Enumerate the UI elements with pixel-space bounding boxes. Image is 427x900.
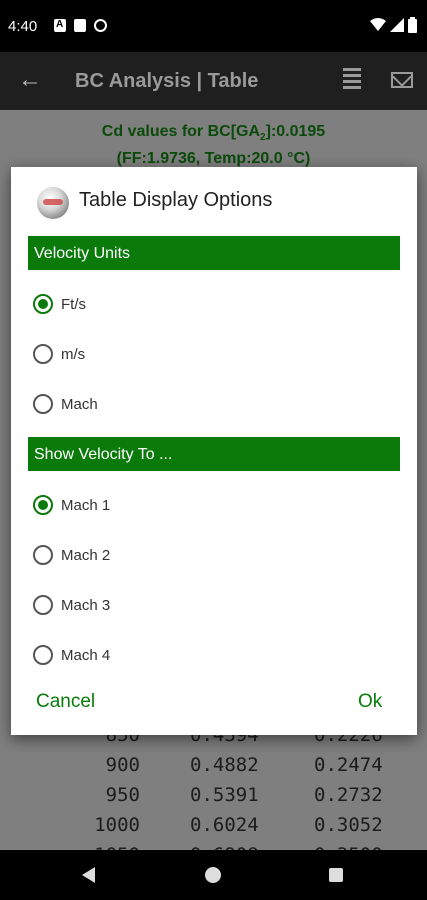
data-saver-icon <box>94 19 107 32</box>
radio-button[interactable] <box>33 495 53 515</box>
nav-back-icon[interactable] <box>82 867 95 883</box>
radio-label: Mach <box>61 395 98 413</box>
radio-label: Mach 4 <box>61 646 111 664</box>
table-cell: 0.2732 <box>314 784 383 806</box>
nav-recents-icon[interactable] <box>329 868 343 882</box>
ok-button[interactable]: Ok <box>358 691 382 713</box>
radio-option-mach-3[interactable]: Mach 3 <box>33 590 110 620</box>
signal-icon <box>390 18 404 32</box>
radio-label: Mach 1 <box>61 496 111 514</box>
list-icon[interactable] <box>343 68 361 92</box>
radio-label: Ft/s <box>61 295 86 313</box>
radio-option-mach-4[interactable]: Mach 4 <box>33 640 110 670</box>
mail-icon[interactable] <box>391 72 413 88</box>
table-cell: 1000 <box>94 814 140 836</box>
show-velocity-header: Show Velocity To ... <box>28 437 400 471</box>
table-row: 950 0.5391 0.2732 <box>0 782 427 812</box>
radio-label: Mach 2 <box>61 546 111 564</box>
radio-option-m-s[interactable]: m/s <box>33 339 85 369</box>
table-row: 900 0.4882 0.2474 <box>0 752 427 782</box>
radio-label: m/s <box>61 345 86 363</box>
status-time: 4:40 <box>8 18 38 35</box>
radio-option-mach-2[interactable]: Mach 2 <box>33 540 110 570</box>
radio-button[interactable] <box>33 294 53 314</box>
table-cell: 0.2474 <box>314 754 383 776</box>
radio-option-mach[interactable]: Mach <box>33 389 98 419</box>
sd-card-icon <box>74 19 86 32</box>
radio-label: Mach 3 <box>61 596 111 614</box>
table-cell: 0.4882 <box>190 754 259 776</box>
radio-button[interactable] <box>33 595 53 615</box>
table-cell: 950 <box>105 784 140 806</box>
table-cell: 900 <box>105 754 140 776</box>
battery-icon <box>408 17 417 33</box>
velocity-units-header: Velocity Units <box>28 236 400 270</box>
table-cell: 0.6024 <box>190 814 259 836</box>
dialog-title: Table Display Options <box>79 189 273 211</box>
bullet-app-icon <box>37 187 69 219</box>
radio-option-ft-s[interactable]: Ft/s <box>33 289 86 319</box>
notification-app-icon <box>54 19 66 32</box>
table-cell: 0.5391 <box>190 784 259 806</box>
table-cell: 0.3052 <box>314 814 383 836</box>
radio-option-mach-1[interactable]: Mach 1 <box>33 490 110 520</box>
radio-button[interactable] <box>33 394 53 414</box>
cd-header: Cd values for BC[GA2]:0.0195 (FF:1.9736,… <box>0 121 427 169</box>
status-bar: 4:40 <box>0 0 427 52</box>
cd-header-line1: Cd values for BC[GA <box>101 123 261 140</box>
table-row: 1000 0.6024 0.3052 <box>0 812 427 842</box>
navigation-bar <box>0 850 427 900</box>
page-title: BC Analysis | Table <box>75 70 259 92</box>
nav-home-icon[interactable] <box>205 867 221 883</box>
radio-button[interactable] <box>33 344 53 364</box>
radio-button[interactable] <box>33 545 53 565</box>
arrow-left-icon[interactable]: ← <box>18 66 42 94</box>
radio-button[interactable] <box>33 645 53 665</box>
app-bar: ← BC Analysis | Table <box>0 52 427 110</box>
table-display-options-dialog: Table Display Options Velocity Units Ft/… <box>11 167 417 735</box>
wifi-icon <box>370 18 386 31</box>
cancel-button[interactable]: Cancel <box>36 691 95 713</box>
